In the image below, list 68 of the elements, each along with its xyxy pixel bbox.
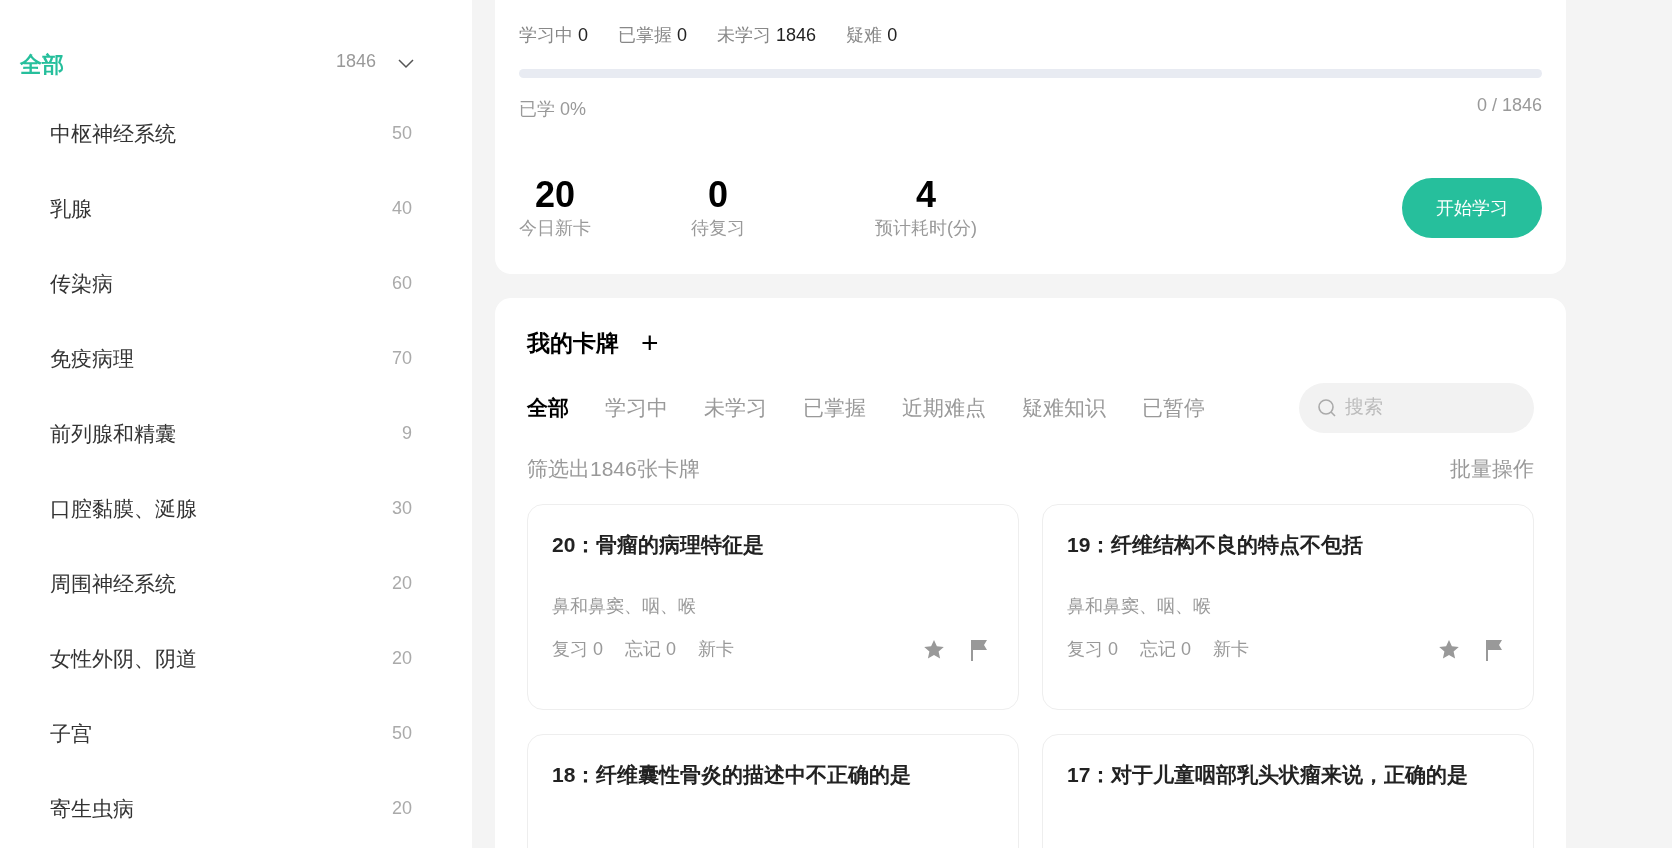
- category-label: 子宫: [50, 720, 92, 747]
- category-item[interactable]: 周围神经系统 20: [20, 546, 414, 621]
- question-card[interactable]: 17：对于儿童咽部乳头状瘤来说，正确的是: [1042, 734, 1534, 848]
- flag-icon[interactable]: [968, 637, 990, 662]
- question-card[interactable]: 18：纤维囊性骨炎的描述中不正确的是: [527, 734, 1019, 848]
- flag-icon[interactable]: [1483, 637, 1505, 662]
- category-count: 20: [391, 647, 412, 670]
- stat-label: 预计耗时(分): [875, 217, 977, 240]
- add-button[interactable]: +: [641, 328, 659, 359]
- question-title: 19：纤维结构不良的特点不包括: [1067, 532, 1365, 558]
- category-label: 口腔黏膜、涎腺: [50, 495, 197, 522]
- category-item[interactable]: 传染病 60: [20, 246, 414, 321]
- category-label: 周围神经系统: [50, 570, 176, 597]
- category-count: 20: [391, 797, 412, 820]
- category-count: 60: [391, 272, 412, 295]
- category-count: 40: [391, 197, 412, 220]
- category-item[interactable]: 乳腺 40: [20, 171, 414, 246]
- review-count: 复习 0: [1067, 638, 1118, 661]
- category-label: 免疫病理: [50, 345, 134, 372]
- question-title: 20：骨瘤的病理特征是: [552, 532, 766, 558]
- category-label: 中枢神经系统: [50, 120, 176, 147]
- stat-number: 4: [916, 175, 936, 215]
- category-item[interactable]: 中枢神经系统 50: [20, 96, 414, 171]
- filter-tab[interactable]: 全部: [527, 391, 569, 424]
- review-count: 复习 0: [552, 638, 603, 661]
- progress-fraction: 0 / 1846: [1476, 94, 1542, 117]
- forget-count: 忘记 0: [1140, 638, 1192, 661]
- question-tag: 鼻和鼻窦、咽、喉: [552, 593, 994, 620]
- category-count: 30: [391, 497, 412, 520]
- category-count: 50: [391, 722, 412, 745]
- category-item[interactable]: 前列腺和精囊 9: [20, 396, 414, 471]
- category-item[interactable]: 口腔黏膜、涎腺 30: [20, 471, 414, 546]
- stat-text: 学习中 0: [519, 24, 589, 47]
- category-label: 全部: [20, 50, 64, 79]
- question-card[interactable]: 20：骨瘤的病理特征是 鼻和鼻窦、咽、喉 复习 0 忘记 0 新卡: [527, 504, 1019, 710]
- forget-count: 忘记 0: [625, 638, 677, 661]
- category-item[interactable]: 子宫 50: [20, 696, 414, 771]
- question-card[interactable]: 19：纤维结构不良的特点不包括 鼻和鼻窦、咽、喉 复习 0 忘记 0 新卡: [1042, 504, 1534, 710]
- category-label: 女性外阴、阴道: [50, 645, 197, 672]
- category-count: 20: [391, 572, 412, 595]
- deck-title: 我的卡牌: [527, 329, 619, 358]
- category-count: 1846: [335, 49, 376, 73]
- category-label: 乳腺: [50, 195, 92, 222]
- category-item[interactable]: 寄生虫病 20: [20, 771, 414, 846]
- category-label: 前列腺和精囊: [50, 420, 176, 447]
- learned-percent: 已学 0%: [519, 98, 587, 121]
- category-label: 寄生虫病: [50, 795, 134, 822]
- stat-text: 未学习 1846: [717, 24, 817, 47]
- stat-number: 20: [534, 175, 575, 215]
- category-count: 70: [391, 347, 412, 370]
- category-count: 9: [402, 422, 412, 445]
- stat-text: 已掌握 0: [618, 24, 688, 47]
- chevron-down-icon: [398, 59, 414, 69]
- category-item[interactable]: 女性外阴、阴道 20: [20, 621, 414, 696]
- category-count: 50: [391, 122, 412, 145]
- category-item[interactable]: 免疫病理 70: [20, 321, 414, 396]
- card-status: 新卡: [698, 638, 735, 661]
- stat-label: 今日新卡: [519, 217, 591, 240]
- question-tag: 鼻和鼻窦、咽、喉: [1067, 593, 1509, 620]
- question-title: 18：纤维囊性骨炎的描述中不正确的是: [552, 762, 913, 788]
- filter-summary: 筛选出1846张卡牌: [527, 455, 700, 482]
- category-label: 传染病: [50, 270, 113, 297]
- question-title: 17：对于儿童咽部乳头状瘤来说，正确的是: [1067, 762, 1470, 788]
- stat-number: 0: [708, 175, 728, 215]
- search-icon: [1317, 397, 1337, 418]
- stat-label: 待复习: [691, 217, 745, 240]
- stat-text: 疑难 0: [846, 24, 898, 47]
- card-status: 新卡: [1213, 638, 1250, 661]
